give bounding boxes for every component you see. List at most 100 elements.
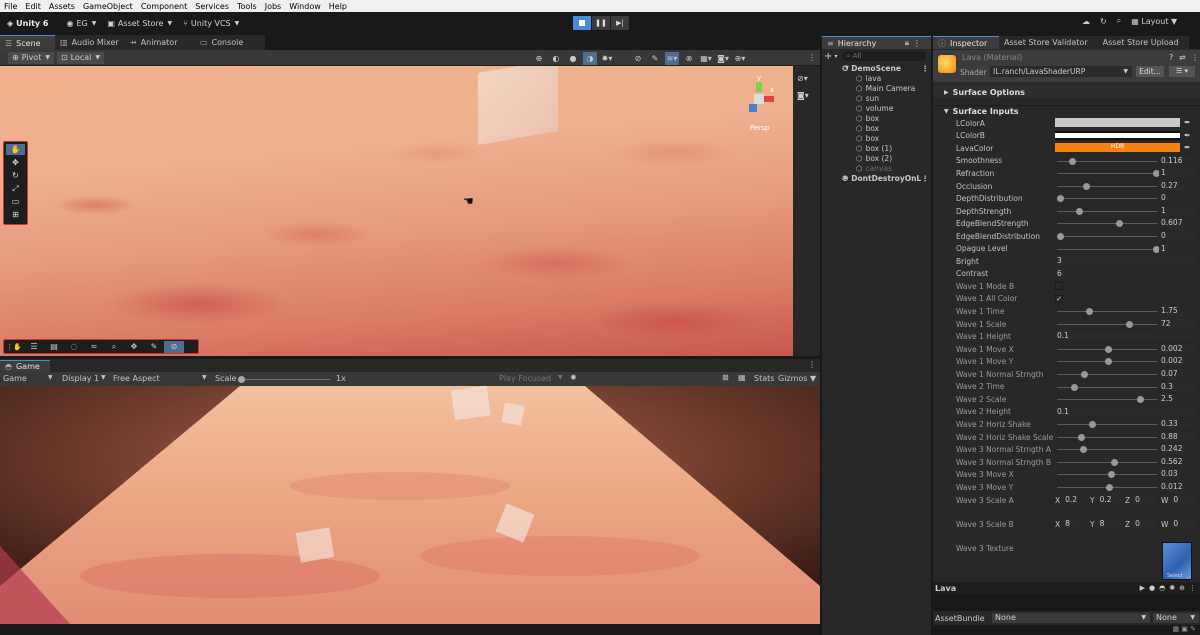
menu-jobs[interactable]: Jobs xyxy=(265,2,282,11)
hierarchy-item[interactable]: ⬡ sun xyxy=(822,93,931,103)
hierarchy-search-field[interactable]: ⌕ All xyxy=(842,51,927,61)
vcs-dropdown[interactable]: ⑂ Unity VCS ▼ xyxy=(179,15,243,31)
scene-fx-icon[interactable]: ✎ xyxy=(648,52,662,65)
slider-knob[interactable] xyxy=(1105,483,1113,491)
asset-bundle-dropdown[interactable]: None ▼ xyxy=(992,613,1150,623)
gizmos-icon[interactable]: ⊕▾ xyxy=(733,52,747,65)
asset-bundle-variant-dropdown[interactable]: None ▼ xyxy=(1153,613,1199,623)
transform-tool-icon[interactable]: ⊞ xyxy=(6,209,25,220)
texture-select-label[interactable]: Select xyxy=(1167,573,1182,579)
slider-knob[interactable] xyxy=(1078,433,1086,441)
rotate-tool-icon[interactable]: ↻ xyxy=(6,170,25,181)
slider-value-field[interactable]: 0.03 xyxy=(1159,469,1197,480)
color-swatch[interactable] xyxy=(1055,118,1180,127)
orientation-gizmo[interactable]: y x Persp xyxy=(740,74,780,134)
menu-tools[interactable]: Tools xyxy=(237,2,257,11)
scale-tool-icon[interactable]: ⤢ xyxy=(6,183,25,194)
eyedropper-icon[interactable]: ✒ xyxy=(1184,118,1191,127)
asset-store-dropdown[interactable]: ▣ Asset Store ▼ xyxy=(103,15,176,31)
wireframe-icon[interactable]: ⊕ xyxy=(532,52,546,65)
move-icon[interactable]: ✥ xyxy=(124,341,144,353)
wave3-scale-b-z[interactable]: 0 xyxy=(1133,519,1158,529)
account-dropdown[interactable]: ◉ EG ▼ xyxy=(62,15,100,31)
hierarchy-item[interactable]: ⬡ lava xyxy=(822,73,931,83)
slider-track[interactable] xyxy=(1057,311,1157,313)
slider-value-field[interactable]: 72 xyxy=(1159,318,1197,329)
slider-value-field[interactable]: 2.5 xyxy=(1159,394,1197,405)
edit-shader-button[interactable]: Edit... xyxy=(1136,66,1164,77)
slider-value-field[interactable]: 0.88 xyxy=(1159,431,1197,442)
wave3-scale-a-x[interactable]: 0.2 xyxy=(1063,495,1088,505)
tab-console[interactable]: ▭ Console xyxy=(195,35,265,50)
tab-inspector[interactable]: ⓘ Inspector xyxy=(933,36,999,49)
cloud-icon[interactable]: ☁ xyxy=(1082,17,1090,26)
slider-track[interactable] xyxy=(1057,461,1157,463)
hierarchy-more-icon[interactable]: ⋮ xyxy=(913,39,921,48)
slider-knob[interactable] xyxy=(1080,446,1088,454)
game-mode-dropdown[interactable]: Game ▼ xyxy=(3,374,55,383)
slider-track[interactable] xyxy=(1057,223,1157,225)
slider-value-field[interactable]: 0 xyxy=(1159,193,1197,204)
settings-gear-icon[interactable]: ✹ xyxy=(570,373,577,382)
tab-hierarchy[interactable]: ≡ Hierarchy 🔒︎ ⋮ xyxy=(822,36,931,49)
slider-knob[interactable] xyxy=(1105,345,1112,353)
scene-view[interactable]: ☚ y x Persp ✋ ✥ ↻ ⤢ ▭ ⊞ ⋮✋ ☰ ▤ ◌ ≈ ⌕ ✥ ✎… xyxy=(0,66,793,356)
stats-button[interactable]: Stats xyxy=(754,374,774,383)
preset-icon[interactable]: ⇌ xyxy=(1179,53,1186,62)
slider-knob[interactable] xyxy=(1088,421,1096,429)
slider-track[interactable] xyxy=(1057,436,1157,438)
hierarchy-item[interactable]: ⬡ box (2) xyxy=(822,153,931,163)
eyedropper-icon[interactable]: ✒ xyxy=(1184,143,1191,152)
slider-knob[interactable] xyxy=(1110,458,1118,466)
slider-knob[interactable] xyxy=(1126,320,1134,328)
slider-track[interactable] xyxy=(1057,424,1157,426)
wave3-texture-slot[interactable]: Select xyxy=(1162,542,1192,580)
scale-slider[interactable] xyxy=(238,376,330,383)
menu-gameobject[interactable]: GameObject xyxy=(83,2,133,11)
refresh-icon[interactable]: ◌ xyxy=(64,341,84,353)
lock-icon[interactable]: 🔒︎ xyxy=(905,38,909,48)
effects-icon[interactable]: ≋▾ xyxy=(665,52,679,65)
slider-knob[interactable] xyxy=(1085,308,1093,316)
layout-dropdown[interactable]: ▦ Layout ▼ xyxy=(1131,17,1177,26)
help-icon[interactable]: ? xyxy=(1169,53,1173,62)
preview-material-icon[interactable]: ✺ xyxy=(1169,584,1175,592)
hierarchy-item[interactable]: ⬡ canvas xyxy=(822,163,931,173)
display-dropdown[interactable]: Display 1 ▼ xyxy=(62,374,108,383)
slider-knob[interactable] xyxy=(1071,383,1079,391)
slider-value-field[interactable]: 0.002 xyxy=(1159,343,1197,354)
wave3-scale-b-w[interactable]: 0 xyxy=(1171,519,1196,529)
slider-track[interactable] xyxy=(1057,323,1157,325)
shaded-icon[interactable]: ● xyxy=(566,52,580,65)
grid-icon[interactable]: ▦▾ xyxy=(699,52,713,65)
slider-track[interactable] xyxy=(1057,235,1157,237)
eyedropper-icon[interactable]: ✒ xyxy=(1184,131,1191,140)
slider-knob[interactable] xyxy=(1082,182,1090,190)
tab-audio-mixer[interactable]: ▥ Audio Mixer xyxy=(55,35,125,50)
play-button[interactable] xyxy=(573,16,591,30)
value-field[interactable]: 3 xyxy=(1055,256,1197,267)
hierarchy-item[interactable]: ⬡ box (1) xyxy=(822,143,931,153)
aspect-dropdown[interactable]: Free Aspect ▼ xyxy=(113,374,209,383)
toggle-checkbox[interactable]: ✓ xyxy=(1055,294,1063,303)
wave3-scale-b-x[interactable]: 8 xyxy=(1063,519,1088,529)
slider-track[interactable] xyxy=(1057,185,1157,187)
scene-more-icon[interactable]: ⋮ xyxy=(922,64,930,73)
unity-version-button[interactable]: ◈ Unity 6 xyxy=(3,15,52,31)
local-dropdown[interactable]: ⊡ Local ▼ xyxy=(56,51,105,64)
slider-value-field[interactable]: 0.562 xyxy=(1159,456,1197,467)
shader-dropdown[interactable]: IL.ranch/LavaShaderURP ▼ xyxy=(990,66,1132,77)
hierarchy-item[interactable]: ⬡ box xyxy=(822,113,931,123)
value-field[interactable]: 0.1 xyxy=(1055,406,1197,417)
material-more-icon[interactable]: ⋮ xyxy=(1191,53,1199,62)
mute-audio-icon[interactable]: ⊠ xyxy=(722,373,729,382)
slider-value-field[interactable]: 1.75 xyxy=(1159,306,1197,317)
pivot-dropdown[interactable]: ⊕ Pivot ▼ xyxy=(8,51,54,64)
preview-more-icon[interactable]: ⋮ xyxy=(1189,584,1196,592)
slider-value-field[interactable]: 0.3 xyxy=(1159,381,1197,392)
hand-tool-icon[interactable]: ✋ xyxy=(6,144,25,155)
scene-more-icon[interactable]: ⋮ xyxy=(922,174,930,183)
overlay-camera-icon[interactable]: ◙▾ xyxy=(797,91,816,100)
hierarchy-item[interactable]: ⬡ Main Camera xyxy=(822,83,931,93)
preview-play-icon[interactable]: ▶ xyxy=(1140,584,1145,592)
